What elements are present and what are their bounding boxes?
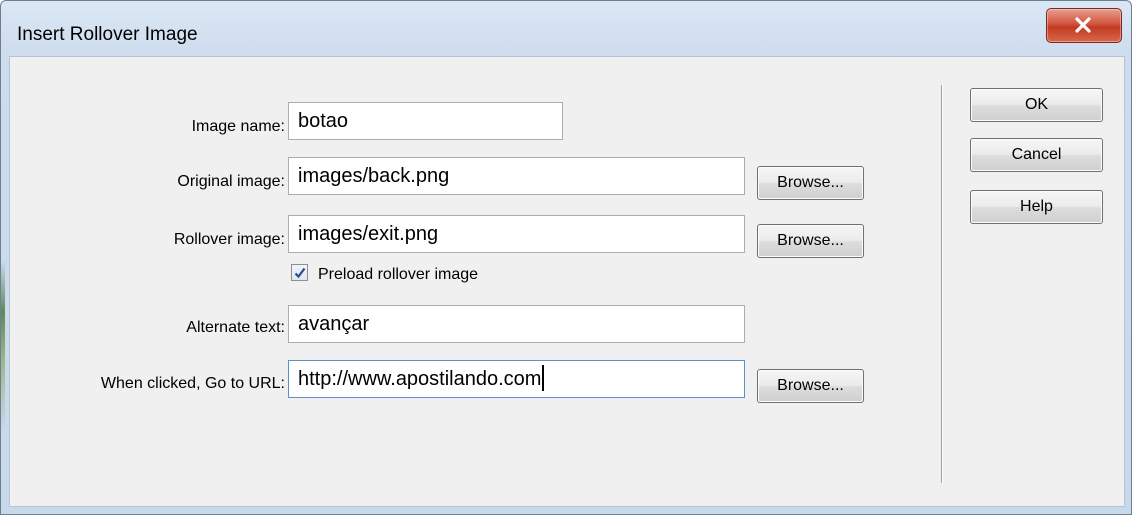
preload-label: Preload rollover image <box>318 266 479 283</box>
ok-button[interactable]: OK <box>970 88 1103 122</box>
cancel-button[interactable]: Cancel <box>970 138 1103 172</box>
close-icon <box>1075 17 1091 33</box>
rollover-image-label: Rollover image: <box>173 231 285 248</box>
go-to-url-value: http://www.apostilando.com <box>298 368 542 390</box>
rollover-image-input[interactable]: images/exit.png <box>288 215 745 253</box>
close-button[interactable] <box>1046 8 1122 43</box>
original-image-input[interactable]: images/back.png <box>288 157 745 195</box>
dialog-body: Image name: botao Original image: images… <box>9 56 1125 507</box>
dialog-title: Insert Rollover Image <box>17 24 198 45</box>
preload-checkbox[interactable] <box>291 264 308 281</box>
background-strip <box>1 261 5 431</box>
go-to-url-label: When clicked, Go to URL: <box>100 375 285 392</box>
alternate-text-input[interactable]: avançar <box>288 305 745 343</box>
image-name-input[interactable]: botao <box>288 102 563 140</box>
rollover-image-browse-button[interactable]: Browse... <box>757 224 864 258</box>
original-image-label: Original image: <box>177 173 285 190</box>
go-to-url-input[interactable]: http://www.apostilando.com <box>288 360 745 398</box>
image-name-label: Image name: <box>191 118 285 135</box>
checkmark-icon <box>294 267 306 279</box>
original-image-browse-button[interactable]: Browse... <box>757 166 864 200</box>
go-to-url-browse-button[interactable]: Browse... <box>757 369 864 403</box>
dialog-window: Insert Rollover Image Image name: botao … <box>0 0 1132 515</box>
help-button[interactable]: Help <box>970 190 1103 224</box>
text-caret <box>542 364 545 391</box>
vertical-divider <box>941 85 943 483</box>
alternate-text-label: Alternate text: <box>186 319 285 336</box>
